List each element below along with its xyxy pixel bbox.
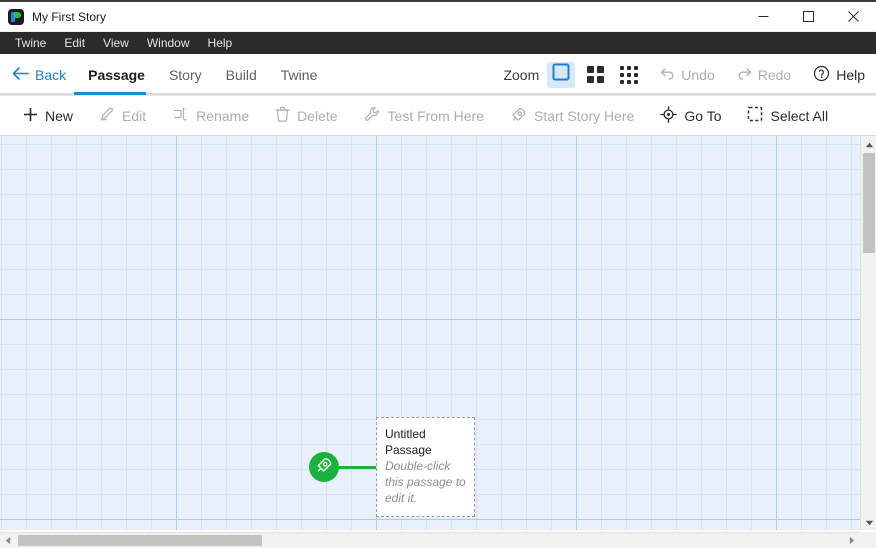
test-from-here-button[interactable]: Test From Here: [351, 101, 497, 131]
help-button[interactable]: Help: [802, 65, 876, 85]
back-button[interactable]: Back: [0, 67, 76, 83]
question-circle-icon: [813, 65, 830, 85]
select-all-label: Select All: [770, 107, 829, 124]
grid-3x3-icon: [620, 65, 639, 84]
menu-item-twine[interactable]: Twine: [6, 32, 55, 54]
tab-passage[interactable]: Passage: [76, 55, 157, 95]
zoom-large-button[interactable]: [547, 61, 576, 88]
undo-label: Undo: [681, 66, 715, 83]
wrench-icon: [364, 106, 381, 126]
rename-passage-label: Rename: [196, 107, 250, 124]
menu-bar: Twine Edit View Window Help: [0, 32, 876, 54]
rocket-icon: [510, 106, 527, 126]
go-to-label: Go To: [684, 107, 722, 124]
target-crosshair-icon: [660, 105, 678, 126]
redo-label: Redo: [757, 66, 792, 83]
zoom-medium-button[interactable]: [581, 62, 609, 88]
dashed-square-icon: [747, 106, 763, 125]
plus-icon: [23, 107, 38, 125]
start-story-marker[interactable]: [309, 452, 339, 482]
triangle-down-icon: [865, 513, 874, 531]
scroll-up-button[interactable]: [861, 136, 876, 152]
redo-arrow-icon: [737, 67, 752, 83]
title-bar-left: My First Story: [0, 8, 106, 25]
story-map-canvas[interactable]: Untitled Passage Double-click this passa…: [0, 136, 860, 530]
passage-action-toolbar: New Edit Rename Delete Test From Here St…: [0, 96, 876, 136]
minimize-button[interactable]: [741, 2, 786, 32]
delete-passage-label: Delete: [297, 107, 338, 124]
undo-button[interactable]: Undo: [649, 67, 725, 83]
new-passage-label: New: [45, 107, 74, 124]
zoom-label: Zoom: [503, 66, 540, 83]
twine-app-window: My First Story Twine Edit View Window He…: [0, 0, 876, 548]
twine-logo-icon: [8, 8, 24, 25]
menu-item-help[interactable]: Help: [199, 32, 242, 54]
maximize-button[interactable]: [786, 2, 831, 32]
redo-button[interactable]: Redo: [726, 67, 802, 83]
zoom-small-button[interactable]: [615, 62, 643, 88]
menu-item-window[interactable]: Window: [138, 32, 199, 54]
edit-passage-button[interactable]: Edit: [86, 101, 159, 131]
trash-icon: [275, 106, 290, 125]
triangle-up-icon: [865, 136, 874, 153]
help-label: Help: [836, 66, 865, 83]
single-square-icon: [552, 63, 570, 86]
title-bar: My First Story: [0, 2, 876, 32]
rename-tag-icon: [172, 106, 189, 125]
triangle-left-icon: [5, 532, 11, 548]
vertical-scroll-thumb[interactable]: [863, 153, 875, 253]
arrow-left-icon: [12, 66, 29, 83]
rename-passage-button[interactable]: Rename: [159, 101, 262, 131]
passage-excerpt: Double-click this passage to edit it.: [385, 459, 466, 505]
vertical-scrollbar[interactable]: [860, 136, 876, 530]
start-story-here-label: Start Story Here: [534, 107, 635, 124]
close-button[interactable]: [831, 2, 876, 32]
triangle-right-icon: [849, 532, 855, 548]
passage-card[interactable]: Untitled Passage Double-click this passa…: [376, 417, 475, 517]
start-story-here-button[interactable]: Start Story Here: [497, 101, 647, 131]
scroll-down-button[interactable]: [861, 514, 876, 530]
scrollbar-corner: [860, 532, 876, 548]
menu-item-edit[interactable]: Edit: [55, 32, 94, 54]
new-passage-button[interactable]: New: [10, 101, 86, 131]
undo-arrow-icon: [660, 67, 675, 83]
test-from-here-label: Test From Here: [387, 107, 484, 124]
pencil-icon: [99, 106, 115, 125]
active-tab-indicator: [74, 92, 146, 95]
primary-toolbar: Back Passage Story Build Twine Zoom Undo…: [0, 54, 876, 96]
tab-build[interactable]: Build: [214, 55, 269, 95]
back-button-label: Back: [35, 66, 67, 83]
grid-2x2-icon: [586, 66, 604, 83]
select-all-button[interactable]: Select All: [734, 101, 841, 131]
horizontal-scroll-thumb[interactable]: [18, 535, 262, 546]
delete-passage-button[interactable]: Delete: [262, 101, 350, 131]
menu-item-view[interactable]: View: [94, 32, 138, 54]
story-map-area: Untitled Passage Double-click this passa…: [0, 136, 876, 548]
tab-twine[interactable]: Twine: [269, 55, 330, 95]
scroll-left-button[interactable]: [0, 533, 16, 548]
horizontal-scrollbar[interactable]: [0, 532, 860, 548]
go-to-button[interactable]: Go To: [647, 101, 734, 131]
rocket-icon: [315, 456, 333, 479]
window-title: My First Story: [32, 9, 106, 24]
tab-story[interactable]: Story: [157, 55, 214, 95]
scroll-right-button[interactable]: [844, 533, 860, 548]
passage-title: Untitled Passage: [385, 427, 432, 457]
window-controls: [741, 2, 876, 32]
edit-passage-label: Edit: [122, 107, 147, 124]
